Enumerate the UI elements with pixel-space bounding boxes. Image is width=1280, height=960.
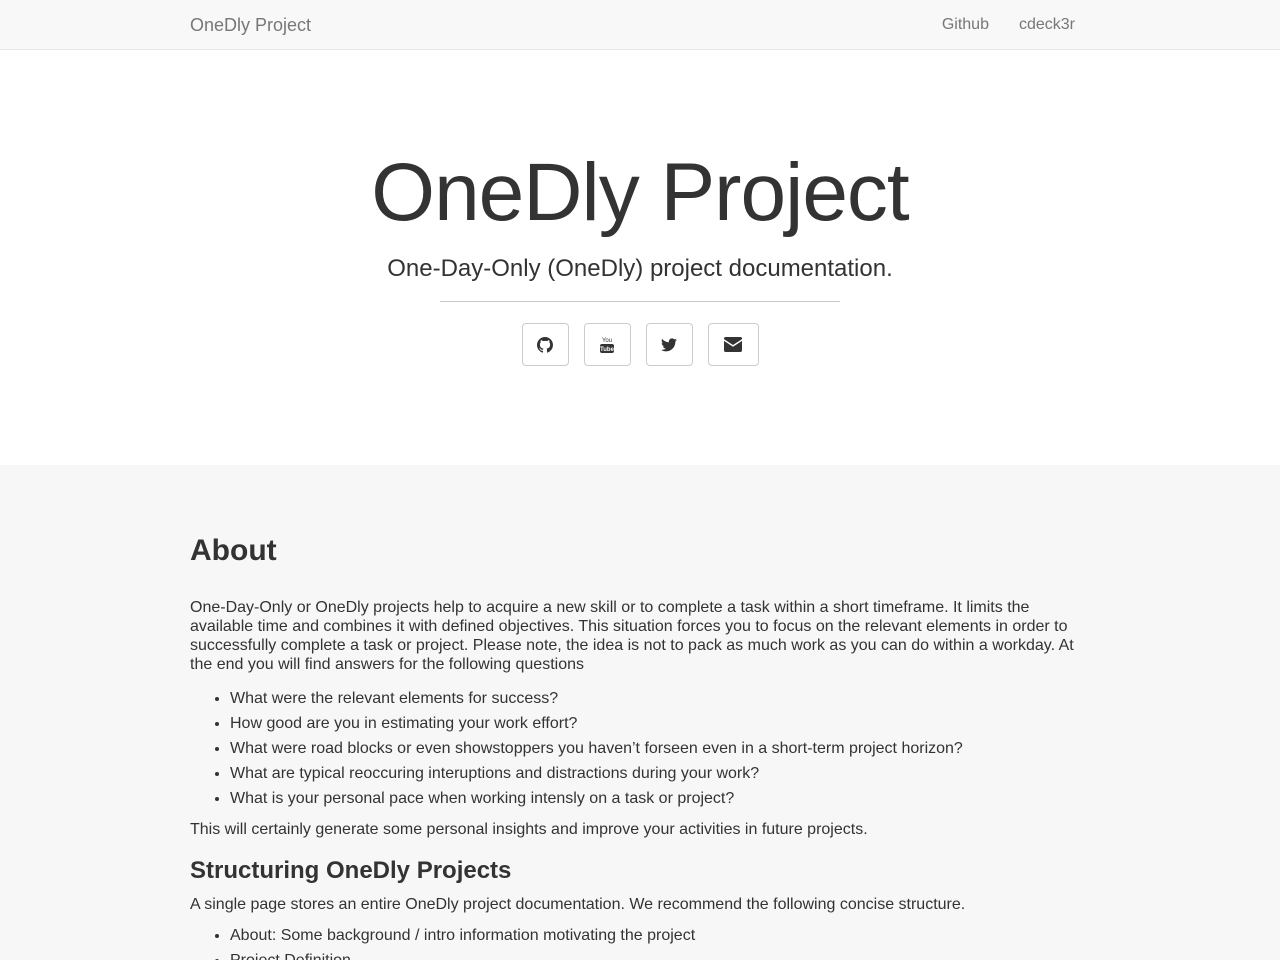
- list-item: What is your personal pace when working …: [230, 786, 963, 811]
- about-heading: About: [190, 534, 277, 567]
- hero-title: OneDly Project: [371, 147, 909, 238]
- svg-text:You: You: [602, 338, 612, 344]
- structure-list: About: Some background / intro informati…: [190, 923, 695, 960]
- structuring-paragraph: A single page stores an entire OneDly pr…: [190, 896, 966, 913]
- social-buttons: You Tube: [0, 323, 1280, 366]
- list-item: What were the relevant elements for succ…: [230, 686, 963, 711]
- envelope-icon: [724, 337, 742, 352]
- youtube-icon: You Tube: [599, 336, 615, 354]
- list-item: What are typical reoccuring interuptions…: [230, 761, 963, 786]
- navbar: OneDly Project Github cdeck3r: [0, 0, 1280, 50]
- nav-links: Github cdeck3r: [942, 15, 1075, 35]
- nav-link-github[interactable]: Github: [942, 15, 989, 35]
- about-closing: This will certainly generate some person…: [190, 821, 868, 838]
- list-item: About: Some background / intro informati…: [230, 923, 695, 948]
- list-item: What were road blocks or even showstoppe…: [230, 736, 963, 761]
- twitter-button[interactable]: [645, 323, 693, 366]
- structuring-heading: Structuring OneDly Projects: [190, 857, 512, 884]
- nav-link-cdeck3r[interactable]: cdeck3r: [1019, 15, 1075, 35]
- github-button[interactable]: [521, 323, 569, 366]
- list-item: How good are you in estimating your work…: [230, 711, 963, 736]
- email-button[interactable]: [707, 323, 759, 366]
- about-paragraph: One-Day-Only or OneDly projects help to …: [190, 599, 1074, 673]
- hero-section: OneDly Project One-Day-Only (OneDly) pro…: [0, 51, 1280, 465]
- github-icon: [537, 336, 553, 353]
- content-section: About One-Day-Only or OneDly projects he…: [0, 465, 1280, 960]
- brand-link[interactable]: OneDly Project: [190, 14, 311, 36]
- hero-subtitle: One-Day-Only (OneDly) project documentat…: [387, 255, 893, 282]
- twitter-icon: [661, 337, 677, 352]
- svg-text:Tube: Tube: [600, 347, 615, 353]
- list-item: Project Definition: [230, 948, 695, 960]
- hero-divider: [440, 301, 840, 302]
- youtube-button[interactable]: You Tube: [583, 323, 631, 366]
- questions-list: What were the relevant elements for succ…: [190, 686, 963, 811]
